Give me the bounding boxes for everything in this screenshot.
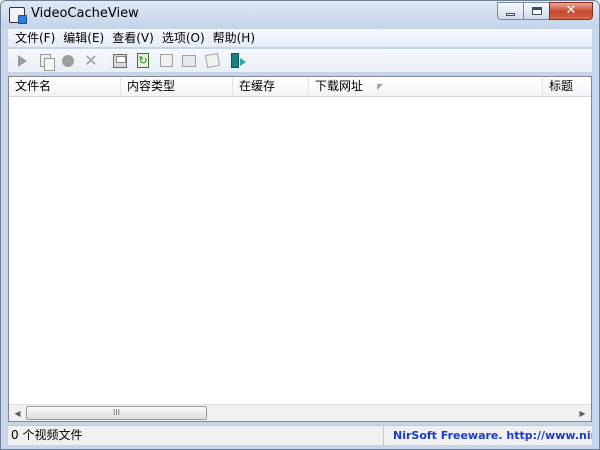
minimize-icon	[506, 12, 515, 16]
maximize-button[interactable]	[523, 2, 549, 20]
toolbar: ✕ ↻	[8, 49, 592, 73]
copy-files-icon	[39, 54, 55, 71]
play-button[interactable]	[12, 51, 32, 71]
column-header-download-url-label: 下载网址	[315, 79, 364, 93]
menu-bar: 文件(F) 编辑(E) 查看(V) 选项(O) 帮助(H)	[8, 29, 592, 48]
scroll-right-icon[interactable]: ▶	[574, 405, 591, 421]
column-header-download-url[interactable]: 下载网址 ◤	[309, 77, 543, 97]
stop-button[interactable]	[58, 51, 78, 71]
menu-view[interactable]: 查看(V)	[108, 29, 158, 48]
close-button[interactable]: ✕	[549, 2, 593, 20]
exit-icon	[231, 53, 246, 68]
window-title: VideoCacheView	[31, 6, 139, 21]
stop-icon	[62, 54, 74, 67]
caption-buttons: ✕	[497, 2, 593, 21]
refresh-button[interactable]: ↻	[133, 51, 153, 71]
menu-options[interactable]: 选项(O)	[158, 29, 209, 48]
html-report-button[interactable]	[156, 51, 176, 71]
main-window: VideoCacheView ✕ 文件(F) 编辑(E) 查看(V) 选项(O)…	[0, 0, 600, 450]
scroll-left-icon[interactable]: ◀	[9, 405, 26, 421]
horizontal-scrollbar[interactable]: ◀ III ▶	[9, 404, 591, 421]
title-bar[interactable]: VideoCacheView ✕	[1, 1, 599, 29]
minimize-button[interactable]	[497, 2, 523, 20]
properties-button[interactable]	[179, 51, 199, 71]
copy-files-button[interactable]	[35, 51, 55, 71]
column-header-title[interactable]: 标题	[543, 77, 591, 97]
menu-edit[interactable]: 编辑(E)	[59, 29, 108, 48]
status-bar: 0 个视频文件 NirSoft Freeware. http://www.nir…	[8, 425, 592, 446]
find-button[interactable]	[202, 51, 222, 71]
save-icon	[113, 53, 127, 68]
close-icon: ✕	[565, 3, 577, 18]
html-report-icon	[159, 54, 173, 67]
nirsoft-link[interactable]: NirSoft Freeware. http://www.nirsoft.ne	[390, 426, 592, 446]
delete-button[interactable]: ✕	[81, 51, 101, 71]
menu-help[interactable]: 帮助(H)	[209, 29, 259, 48]
refresh-icon: ↻	[137, 53, 149, 68]
maximize-icon	[531, 7, 542, 15]
play-icon	[17, 54, 27, 67]
column-header-content-type[interactable]: 内容类型	[121, 77, 233, 97]
exit-button[interactable]	[225, 51, 246, 71]
menu-file[interactable]: 文件(F)	[11, 29, 59, 48]
status-file-count: 0 个视频文件	[8, 426, 384, 446]
video-file-list[interactable]: 文件名 内容类型 在缓存 下载网址 ◤ 标题 ◀ III ▶	[8, 76, 592, 422]
column-header-in-cache[interactable]: 在缓存	[233, 77, 309, 97]
save-button[interactable]	[110, 51, 130, 71]
delete-icon: ✕	[84, 51, 98, 70]
toolbar-separator	[105, 51, 106, 70]
list-header: 文件名 内容类型 在缓存 下载网址 ◤ 标题	[9, 77, 591, 97]
properties-icon	[182, 54, 196, 67]
videocacheview-app-icon[interactable]	[9, 7, 27, 24]
column-header-filename[interactable]: 文件名	[9, 77, 121, 97]
find-icon	[204, 52, 220, 69]
sort-arrow-icon: ◤	[377, 82, 384, 91]
scroll-thumb[interactable]: III	[26, 406, 207, 420]
